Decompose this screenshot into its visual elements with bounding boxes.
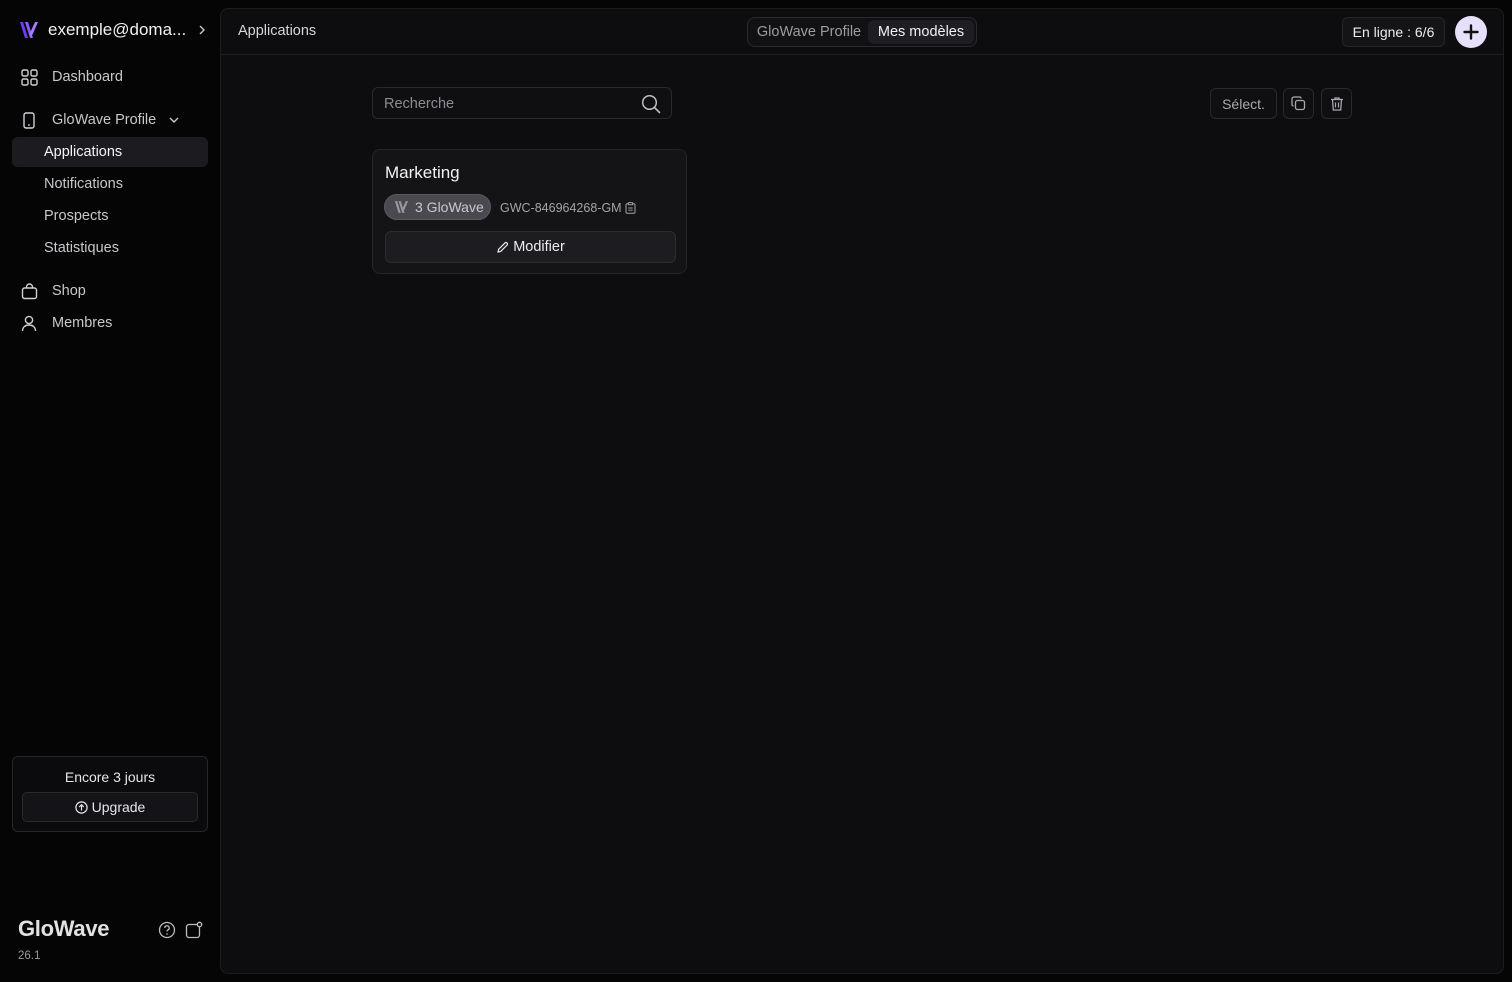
template-card: Marketing 3 GloWave GWC-846964268-GM Mod… xyxy=(372,149,687,274)
sidebar-item-dashboard[interactable]: Dashboard xyxy=(12,62,208,92)
tab-mes-modeles[interactable]: Mes modèles xyxy=(868,20,974,44)
copy-icon xyxy=(1291,96,1306,111)
bag-icon xyxy=(20,282,38,300)
chevron-right-icon xyxy=(199,25,205,35)
glowave-logo-icon xyxy=(394,201,409,213)
sidebar-item-label: Statistiques xyxy=(44,240,119,256)
card-title: Marketing xyxy=(385,163,460,182)
glowave-logo-icon xyxy=(20,22,38,38)
edit-button[interactable]: Modifier xyxy=(385,231,676,263)
sidebar-item-label: GloWave Profile xyxy=(52,112,157,128)
trial-panel: Encore 3 jours Upgrade xyxy=(12,756,208,832)
select-button[interactable]: Sélect. xyxy=(1210,88,1277,119)
clipboard-icon[interactable] xyxy=(625,202,636,214)
tab-glowave-profile[interactable]: GloWave Profile xyxy=(750,20,868,44)
account-email: exemple@doma... xyxy=(48,20,187,39)
duplicate-button[interactable] xyxy=(1283,88,1314,119)
card-badge: 3 GloWave xyxy=(384,194,491,220)
sidebar-item-label: Membres xyxy=(52,315,113,331)
add-button[interactable] xyxy=(1455,16,1487,48)
chevron-down-icon xyxy=(169,117,179,123)
edit-label: Modifier xyxy=(513,239,565,255)
user-icon xyxy=(20,314,38,332)
breadcrumb: Applications xyxy=(238,23,317,39)
sidebar-item-statistiques[interactable]: Statistiques xyxy=(12,233,208,263)
sidebar-item-prospects[interactable]: Prospects xyxy=(12,201,208,231)
brand-wordmark: GloWave xyxy=(18,916,110,941)
external-window-icon[interactable] xyxy=(185,921,203,939)
phone-icon xyxy=(20,111,38,129)
app-version: 26.1 xyxy=(18,950,41,962)
account-switcher[interactable]: exemple@doma... xyxy=(18,16,208,44)
search-box xyxy=(372,87,672,119)
help-icon[interactable] xyxy=(158,921,176,939)
upgrade-label: Upgrade xyxy=(91,799,146,815)
sidebar-item-label: Shop xyxy=(52,283,86,299)
sidebar-item-label: Notifications xyxy=(44,176,123,192)
sidebar-item-label: Prospects xyxy=(44,208,109,224)
sidebar-item-shop[interactable]: Shop xyxy=(12,276,208,306)
trial-days-remaining: Encore 3 jours xyxy=(64,769,156,785)
sidebar-item-glowave-profile[interactable]: GloWave Profile xyxy=(12,105,208,135)
online-status-badge: En ligne : 6/6 xyxy=(1342,17,1445,47)
view-segmented-control: GloWave Profile Mes modèles xyxy=(747,17,977,47)
card-badge-label: 3 GloWave xyxy=(415,199,484,215)
card-code: GWC-846964268-GM xyxy=(500,201,636,215)
arrow-up-circle-icon xyxy=(74,800,88,814)
plus-icon xyxy=(1463,24,1479,40)
grid-icon xyxy=(20,68,38,86)
upgrade-button[interactable]: Upgrade xyxy=(22,792,198,822)
top-bar: Applications GloWave Profile Mes modèles… xyxy=(221,9,1503,55)
pencil-icon xyxy=(497,241,509,253)
delete-button[interactable] xyxy=(1321,88,1352,119)
sidebar-item-notifications[interactable]: Notifications xyxy=(12,169,208,199)
sidebar-item-label: Dashboard xyxy=(52,69,123,85)
sidebar-item-applications[interactable]: Applications xyxy=(12,137,208,167)
search-input[interactable] xyxy=(384,94,634,114)
trash-icon xyxy=(1330,97,1343,111)
sidebar-item-label: Applications xyxy=(44,144,123,160)
sidebar: exemple@doma... Dashboard GloWave Profil… xyxy=(0,0,220,982)
search-icon[interactable] xyxy=(641,94,661,114)
sidebar-item-membres[interactable]: Membres xyxy=(12,308,208,338)
main-panel: Applications GloWave Profile Mes modèles… xyxy=(220,8,1504,974)
